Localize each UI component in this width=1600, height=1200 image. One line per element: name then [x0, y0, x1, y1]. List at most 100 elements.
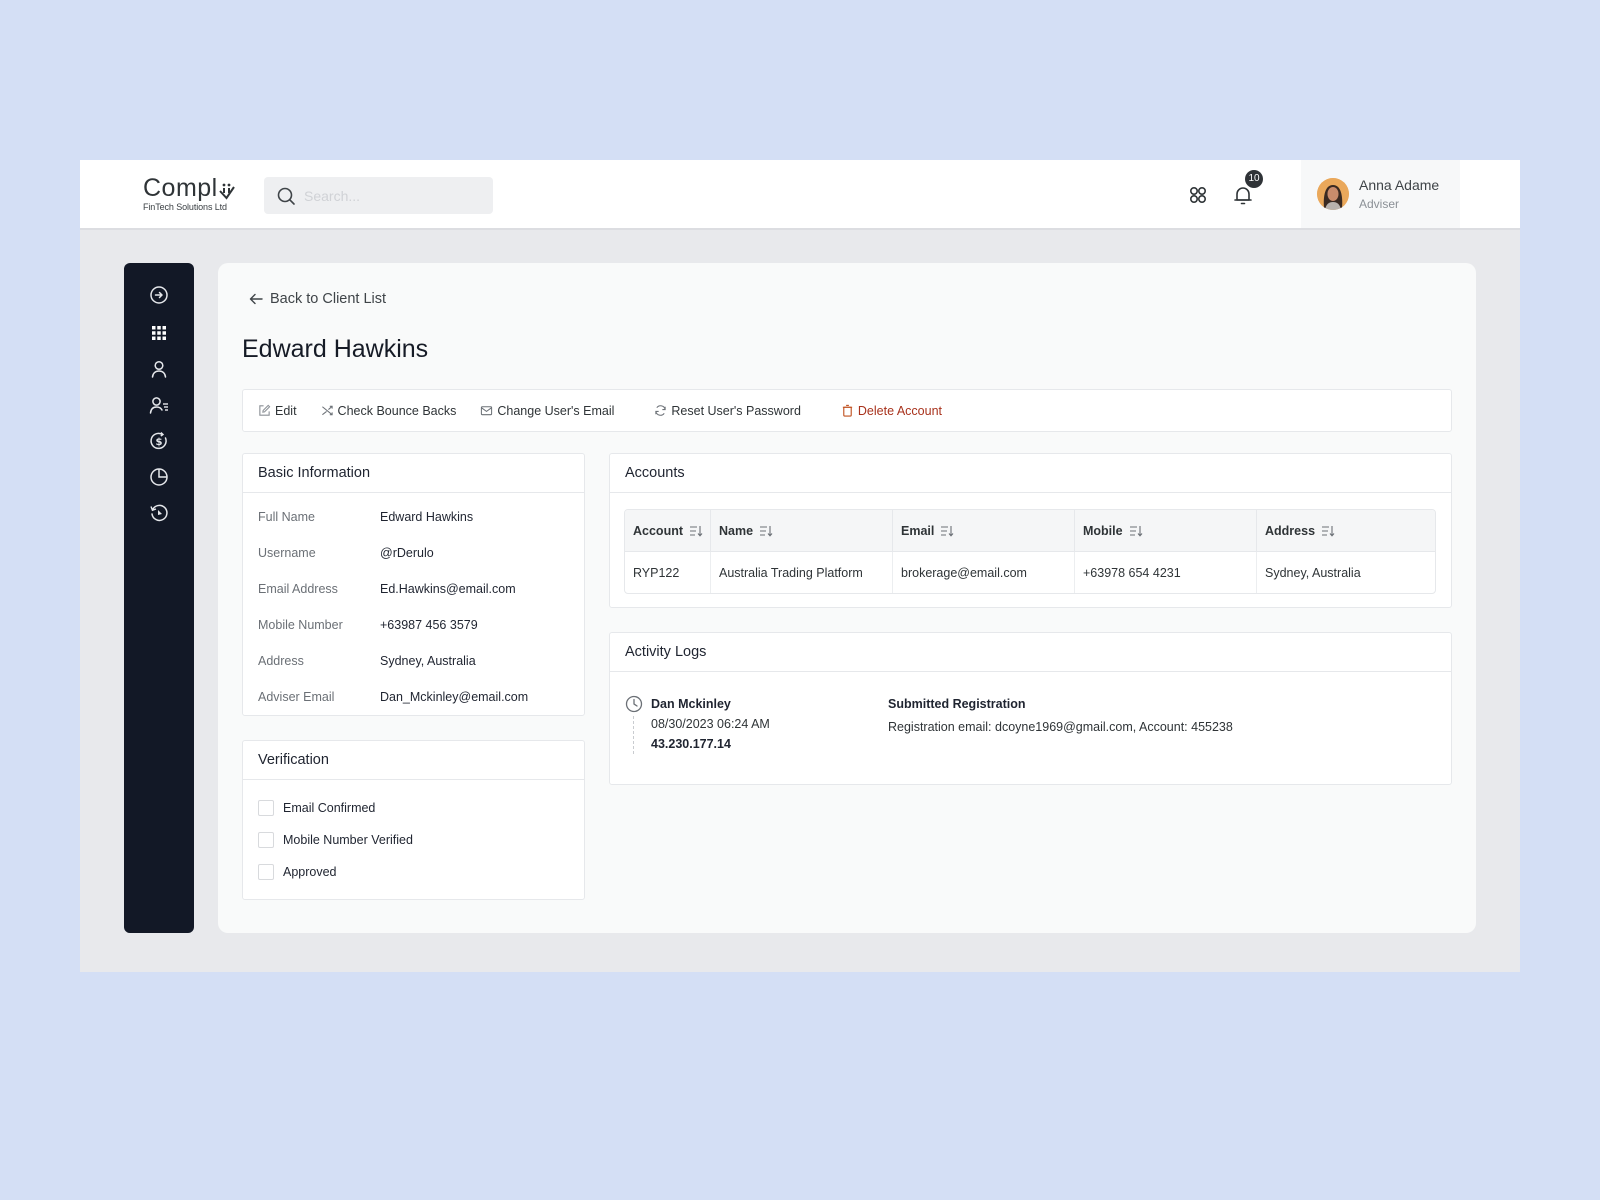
back-label: Back to Client List	[270, 291, 387, 307]
cell-email: brokerage@email.com	[893, 552, 1075, 593]
activity-log-entry: Dan Mckinley 08/30/2023 06:24 AM 43.230.…	[625, 695, 1425, 765]
email-confirmed-checkbox[interactable]	[258, 800, 274, 816]
info-row-full-name: Full Name Edward Hawkins	[243, 499, 584, 535]
brand-tagline: FinTech Solutions Ltd	[143, 202, 227, 212]
change-email-button[interactable]: Change User's Email	[480, 404, 614, 418]
log-detail: Registration email: dcoyne1969@gmail.com…	[888, 720, 1233, 734]
search-icon	[277, 187, 295, 205]
info-row-email: Email Address Ed.Hawkins@email.com	[243, 571, 584, 607]
info-row-mobile: Mobile Number +63987 456 3579	[243, 607, 584, 643]
back-to-client-list-link[interactable]: Back to Client List	[248, 291, 386, 307]
check-bounce-backs-label: Check Bounce Backs	[337, 403, 457, 418]
app-window: Compl FinTech Solutions Ltd Search... 10…	[80, 160, 1520, 972]
logo[interactable]: Compl FinTech Solutions Ltd	[143, 174, 237, 212]
pie-chart-icon	[150, 468, 168, 486]
info-value: @rDerulo	[380, 546, 434, 560]
sort-icon[interactable]	[689, 525, 703, 537]
sort-icon[interactable]	[940, 525, 954, 537]
info-value: +63987 456 3579	[380, 618, 478, 632]
info-value: Edward Hawkins	[380, 510, 474, 524]
info-label: Adviser Email	[258, 690, 335, 704]
table-row[interactable]: RYP122 Australia Trading Platform broker…	[625, 552, 1435, 593]
arrow-left-icon	[249, 293, 263, 305]
info-row-username: Username @rDerulo	[243, 535, 584, 571]
main-content: Back to Client List Edward Hawkins Edit …	[218, 263, 1476, 933]
basic-information-title: Basic Information	[243, 454, 584, 493]
page-title: Edward Hawkins	[242, 335, 429, 363]
column-label: Address	[1265, 523, 1316, 538]
check-bounce-backs-button[interactable]: Check Bounce Backs	[321, 403, 457, 418]
cell-address: Sydney, Australia	[1265, 565, 1361, 580]
apps-button[interactable]	[1185, 182, 1211, 208]
grid-icon	[152, 326, 166, 340]
change-email-label: Change User's Email	[497, 403, 615, 418]
sort-icon[interactable]	[759, 525, 773, 537]
activity-logs-card: Activity Logs Dan Mckinley 08/30/2023 06…	[609, 632, 1452, 785]
log-ip-address: 43.230.177.14	[651, 737, 731, 751]
delete-account-button[interactable]: Delete Account	[841, 404, 942, 418]
cell-account: RYP122	[625, 552, 711, 593]
column-header-email[interactable]: Email	[893, 510, 1075, 552]
verification-item-approved[interactable]: Approved	[243, 856, 584, 888]
column-header-name[interactable]: Name	[711, 510, 893, 552]
column-header-address[interactable]: Address	[1257, 510, 1435, 552]
user-list-icon	[149, 397, 168, 414]
timeline-line	[633, 716, 634, 754]
reset-password-label: Reset User's Password	[671, 403, 801, 418]
brand-mark-icon	[219, 178, 237, 200]
accounts-title: Accounts	[610, 454, 1451, 493]
arrow-right-circle-icon	[150, 286, 168, 304]
sidebar-item-clients[interactable]	[147, 393, 171, 417]
reset-password-button[interactable]: Reset User's Password	[654, 404, 801, 418]
search-box[interactable]	[264, 177, 493, 214]
column-label: Account	[633, 523, 683, 538]
sidebar-item-dashboard[interactable]	[147, 321, 171, 345]
action-toolbar: Edit Check Bounce Backs Change User's Em…	[242, 389, 1452, 432]
log-user: Dan Mckinley	[651, 697, 731, 711]
clock-icon	[625, 695, 643, 713]
table-header-row: Account Name Email Mobile Address	[625, 510, 1435, 552]
currency-cycle-icon: $	[150, 432, 167, 450]
sidebar-item-reports[interactable]	[147, 465, 171, 489]
info-value: Dan_Mckinley@email.com	[380, 690, 529, 704]
accounts-table: Account Name Email Mobile Address RYP122…	[624, 509, 1436, 594]
info-row-adviser-email: Adviser Email Dan_Mckinley@email.com	[243, 679, 584, 715]
sidebar-item-history[interactable]	[147, 501, 171, 525]
verification-item-mobile-verified[interactable]: Mobile Number Verified	[243, 824, 584, 856]
cell-name: Australia Trading Platform	[711, 552, 893, 593]
user-menu[interactable]: Anna Adame Adviser	[1301, 160, 1460, 228]
edit-button[interactable]: Edit	[258, 404, 297, 418]
info-value: Ed.Hawkins@email.com	[380, 582, 516, 596]
user-icon	[151, 360, 167, 378]
column-label: Name	[719, 523, 754, 538]
delete-account-label: Delete Account	[857, 403, 942, 418]
history-icon	[150, 504, 168, 522]
user-avatar	[1317, 178, 1349, 210]
approved-checkbox[interactable]	[258, 864, 274, 880]
info-row-address: Address Sydney, Australia	[243, 643, 584, 679]
cell-mobile: +63978 654 4231	[1075, 552, 1257, 593]
info-label: Email Address	[258, 582, 338, 596]
log-action: Submitted Registration	[888, 697, 1026, 711]
edit-label: Edit	[275, 403, 297, 418]
notification-count-badge: 10	[1245, 170, 1263, 188]
top-bar: Compl FinTech Solutions Ltd Search... 10…	[80, 160, 1520, 230]
sidebar-item-transactions[interactable]: $	[147, 429, 171, 453]
column-header-account[interactable]: Account	[625, 510, 711, 552]
sidebar-item-profile[interactable]	[147, 357, 171, 381]
verification-title: Verification	[243, 741, 584, 780]
checkbox-label: Email Confirmed	[283, 801, 376, 815]
verification-card: Verification Email Confirmed Mobile Numb…	[242, 740, 585, 900]
sort-icon[interactable]	[1129, 525, 1143, 537]
sidebar: $	[124, 263, 194, 933]
sidebar-item-expand[interactable]	[147, 283, 171, 307]
verification-item-email-confirmed[interactable]: Email Confirmed	[243, 792, 584, 824]
search-input[interactable]	[304, 187, 484, 204]
notifications-button[interactable]: 10	[1230, 170, 1263, 208]
sort-icon[interactable]	[1321, 525, 1335, 537]
info-value: Sydney, Australia	[380, 654, 476, 668]
user-role: Adviser	[1359, 197, 1400, 211]
mobile-verified-checkbox[interactable]	[258, 832, 274, 848]
basic-information-card: Basic Information Full Name Edward Hawki…	[242, 453, 585, 716]
column-header-mobile[interactable]: Mobile	[1075, 510, 1257, 552]
